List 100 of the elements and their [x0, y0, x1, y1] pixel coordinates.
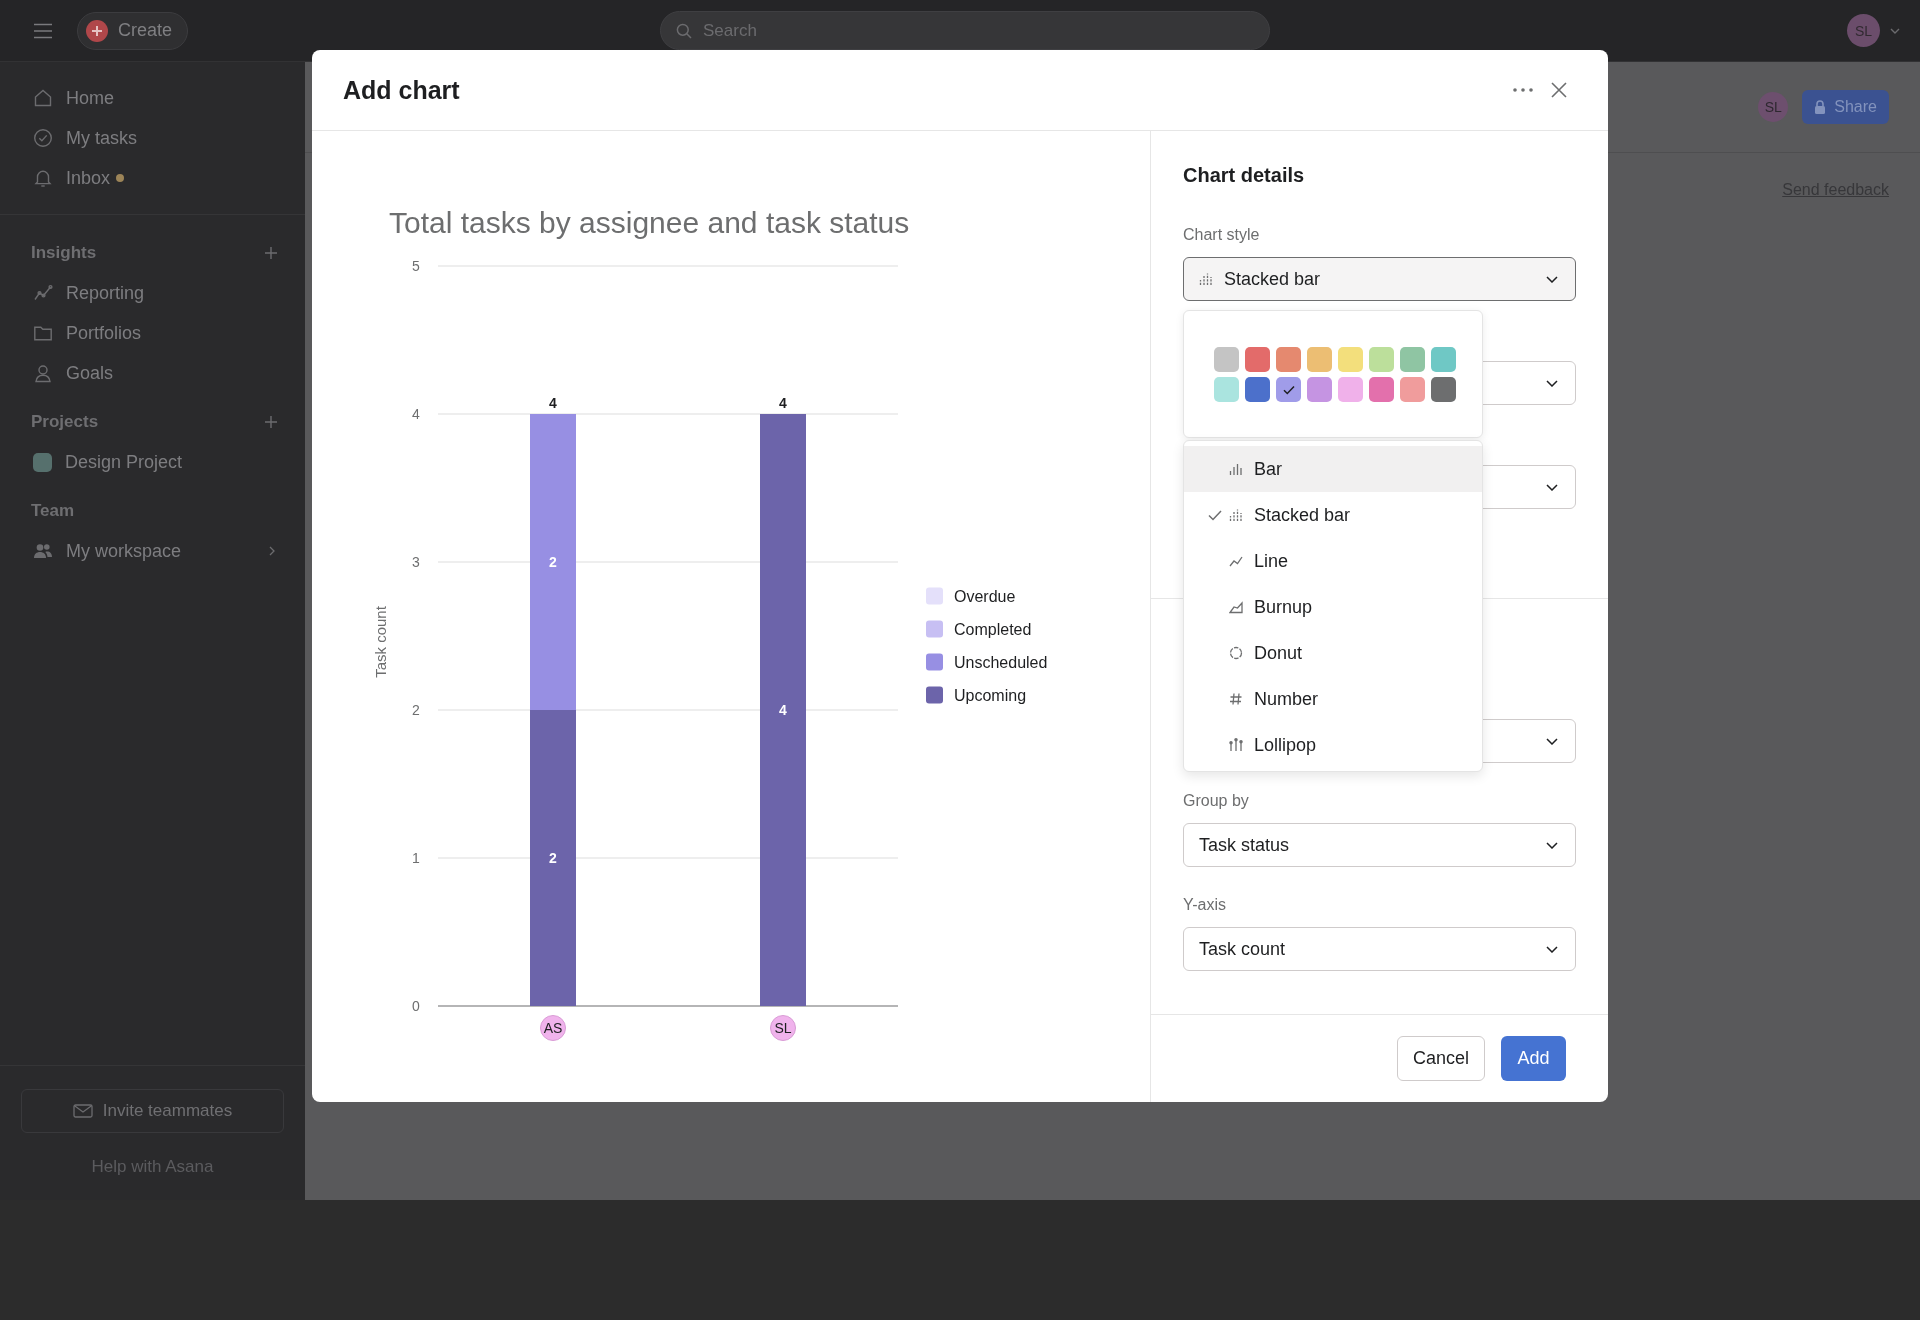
stacked-bar-chart-icon	[1229, 508, 1243, 522]
color-swatch-icon[interactable]	[1431, 347, 1456, 372]
data-label: 2	[549, 554, 557, 570]
menu-option[interactable]: Stacked bar	[1184, 492, 1482, 538]
line-chart-icon	[1229, 554, 1243, 568]
add-button[interactable]: Add	[1501, 1036, 1566, 1081]
mail-icon	[72, 1104, 93, 1118]
color-swatch-icon[interactable]	[1338, 377, 1363, 402]
dropdown-field[interactable]: Task count	[1183, 927, 1576, 971]
hash-icon	[1229, 692, 1243, 706]
axis-tick-label: 1	[412, 850, 420, 866]
dropdown-field[interactable]: Task status	[1183, 823, 1576, 867]
chevron-down-icon	[1546, 945, 1558, 953]
create-button[interactable]: Create	[77, 11, 188, 50]
data-label: 2	[549, 850, 557, 866]
color-swatch-icon[interactable]	[1307, 377, 1332, 402]
color-swatch-icon[interactable]	[1369, 377, 1394, 402]
color-swatch-icon[interactable]	[1338, 347, 1363, 372]
plus-icon[interactable]	[264, 246, 278, 260]
color-swatch-icon[interactable]	[1431, 377, 1456, 402]
area-chart-icon	[1229, 600, 1243, 614]
assignee-avatar: SL	[770, 1015, 796, 1041]
unread-dot-icon	[116, 174, 125, 182]
menu-option[interactable]: Donut	[1184, 630, 1482, 676]
section-heading: Team	[31, 501, 75, 521]
chevron-down-icon	[1546, 379, 1558, 387]
plus-circle-icon	[86, 19, 108, 42]
cancel-button[interactable]: Cancel	[1397, 1036, 1485, 1081]
bar-chart-icon	[1229, 462, 1243, 476]
chevron-down-icon	[1546, 737, 1558, 745]
x-tick-label: AS	[543, 1020, 563, 1036]
donut-chart-icon	[1229, 646, 1243, 660]
person-icon	[33, 363, 53, 383]
people-icon	[33, 541, 53, 561]
section-heading: Insights	[31, 243, 97, 263]
dropdown-field[interactable]: Stacked bar	[1183, 257, 1576, 301]
x-tick-label: SL	[774, 1020, 792, 1036]
sidebar-item[interactable]: Reporting	[33, 282, 145, 304]
axis-title: Task count	[372, 606, 389, 678]
assignee-avatar: AS	[540, 1015, 566, 1041]
color-swatch-icon[interactable]	[1276, 377, 1301, 402]
sidebar-item[interactable]: Inbox	[33, 167, 125, 189]
chart-title: Total tasks by assignee and task status	[389, 205, 910, 241]
sidebar-item[interactable]: Design Project	[33, 451, 183, 473]
lollipop-chart-icon	[1229, 738, 1243, 752]
field-label: Chart style	[1183, 226, 1260, 243]
panel-heading: Chart details	[1183, 163, 1306, 187]
field-label: Group by	[1183, 792, 1249, 809]
color-swatch-icon[interactable]	[1245, 347, 1270, 372]
color-swatch-icon[interactable]	[1400, 377, 1425, 402]
close-icon[interactable]	[1551, 82, 1567, 98]
share-button[interactable]: Share	[1802, 90, 1889, 124]
legend-label: Overdue	[954, 588, 1016, 605]
axis-tick-label: 5	[412, 258, 420, 274]
user-avatar[interactable]: SL	[1758, 92, 1789, 122]
sidebar-item[interactable]: Home	[33, 87, 114, 109]
dialog-title: Add chart	[343, 75, 460, 105]
legend-label: Completed	[954, 621, 1032, 638]
color-swatch-icon[interactable]	[1369, 347, 1394, 372]
check-icon	[1282, 384, 1295, 395]
search-icon	[676, 23, 692, 39]
menu-option[interactable]: Lollipop	[1184, 722, 1482, 768]
bell-icon	[33, 168, 53, 188]
menu-icon[interactable]	[33, 22, 53, 39]
chevron-down-icon	[1546, 841, 1558, 849]
stacked-bar-chart-icon	[1199, 272, 1213, 286]
menu-option[interactable]: Burnup	[1184, 584, 1482, 630]
field-label: Y-axis	[1183, 896, 1226, 913]
chevron-down-icon[interactable]	[1890, 27, 1900, 34]
axis-tick-label: 2	[412, 702, 420, 718]
color-swatch-icon[interactable]	[1307, 347, 1332, 372]
axis-tick-label: 3	[412, 554, 420, 570]
chevron-right-icon[interactable]	[269, 546, 275, 556]
color-swatch-icon[interactable]	[1214, 377, 1239, 402]
section-heading: Projects	[31, 412, 99, 432]
color-swatch-icon[interactable]	[1214, 347, 1239, 372]
user-avatar[interactable]: SL	[1847, 14, 1880, 47]
menu-option[interactable]: Number	[1184, 676, 1482, 722]
plus-icon[interactable]	[264, 415, 278, 429]
chevron-down-icon	[1546, 275, 1558, 283]
legend-label: Upcoming	[954, 687, 1027, 704]
sidebar-item[interactable]: Portfolios	[33, 322, 142, 344]
line-chart-icon	[33, 283, 53, 303]
color-swatch-icon[interactable]	[1400, 347, 1425, 372]
check-circle-icon	[33, 128, 53, 148]
data-label: 4	[779, 702, 787, 718]
total-label: 4	[549, 395, 557, 411]
sidebar-item[interactable]: My workspace	[33, 540, 182, 562]
menu-option[interactable]: Bar	[1184, 446, 1482, 492]
more-icon[interactable]	[1513, 88, 1533, 92]
sidebar-item[interactable]: My tasks	[33, 127, 137, 149]
menu-option[interactable]: Line	[1184, 538, 1482, 584]
color-swatch-icon[interactable]	[1276, 347, 1301, 372]
sidebar-item[interactable]: Goals	[33, 362, 114, 384]
legend-label: Unscheduled	[954, 654, 1048, 671]
axis-tick-label: 0	[412, 998, 420, 1014]
chevron-down-icon	[1546, 483, 1558, 491]
color-swatch-icon[interactable]	[1245, 377, 1270, 402]
total-label: 4	[779, 395, 787, 411]
invite-teammates-button[interactable]: Invite teammates	[21, 1089, 284, 1133]
